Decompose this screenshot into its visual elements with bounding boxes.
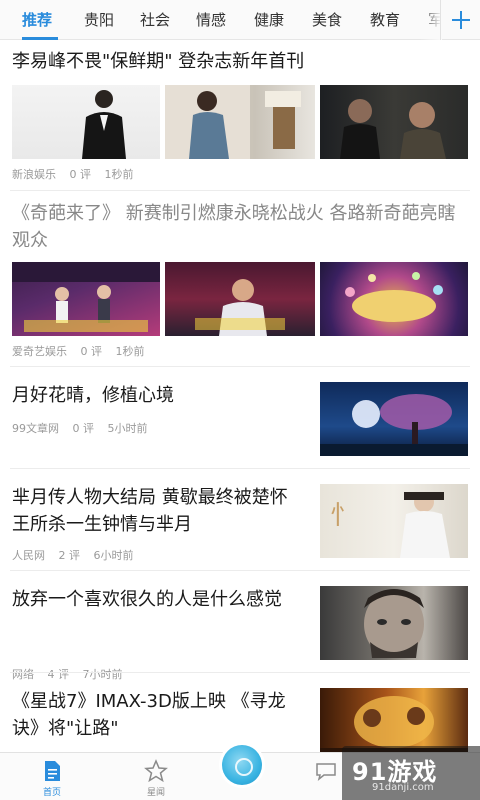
movie-poster-image xyxy=(320,696,468,752)
tab-society[interactable]: 社会 xyxy=(140,0,170,40)
news-thumbnail[interactable] xyxy=(320,382,468,456)
site-watermark: 91游戏 91danji.com xyxy=(342,746,480,800)
news-time: 1秒前 xyxy=(104,168,134,181)
news-comment-count: 0 评 xyxy=(69,168,92,181)
news-title[interactable]: 芈月传人物大结局 黄歇最终被楚怀王所杀一生钟情与芈月 xyxy=(12,484,304,538)
news-thumbnail[interactable] xyxy=(165,85,315,159)
moon-blossom-image xyxy=(320,394,468,456)
add-channel-button[interactable] xyxy=(440,0,480,40)
news-meta: 99文章网 0 评 5小时前 xyxy=(12,420,158,436)
news-thumbnail[interactable] xyxy=(12,85,160,159)
news-source: 网络 xyxy=(12,668,34,681)
news-comment-count: 0 评 xyxy=(72,422,95,435)
news-title[interactable]: 月好花晴，修植心境 xyxy=(12,382,304,409)
news-thumbnail[interactable]: 忄 xyxy=(320,484,468,558)
news-thumbnail[interactable] xyxy=(320,586,468,660)
news-title[interactable]: 《星战7》IMAX-3D版上映 《寻龙诀》将"让路" xyxy=(12,688,304,742)
news-comment-count: 4 评 xyxy=(47,668,70,681)
tab-recommend[interactable]: 推荐 xyxy=(22,0,52,40)
news-meta: 网络 4 评 7小时前 xyxy=(12,666,133,682)
news-meta: 人民网 2 评 6小时前 xyxy=(12,547,144,563)
news-time: 5小时前 xyxy=(107,422,148,435)
news-source: 新浪娱乐 xyxy=(12,168,56,181)
nav-star-news-label: 星闻 xyxy=(146,788,165,798)
news-comment-count: 0 评 xyxy=(80,345,103,358)
drama-scene-image xyxy=(340,99,446,159)
news-source: 99文章网 xyxy=(12,422,59,435)
item-divider xyxy=(10,570,470,571)
news-time: 6小时前 xyxy=(93,549,134,562)
person-suit-image xyxy=(82,90,126,159)
channel-tab-bar: 推荐 贵阳 社会 情感 健康 美食 教育 军 xyxy=(0,0,480,40)
news-thumbnail[interactable] xyxy=(320,85,468,159)
news-title[interactable]: 李易峰不畏"保鲜期" 登杂志新年首刊 xyxy=(12,48,468,75)
svg-text:忄: 忄 xyxy=(330,501,356,531)
star-icon xyxy=(144,759,168,783)
tab-education[interactable]: 教育 xyxy=(370,0,400,40)
item-divider xyxy=(10,190,470,191)
item-divider xyxy=(10,366,470,367)
watermark-sub: 91danji.com xyxy=(372,782,434,793)
tab-guiyang[interactable]: 贵阳 xyxy=(84,0,114,40)
channel-tabs: 推荐 贵阳 社会 情感 健康 美食 教育 军 xyxy=(0,0,440,40)
host-speech-image xyxy=(195,279,285,336)
news-meta: 爱奇艺娱乐 0 评 1秒前 xyxy=(12,343,155,359)
news-time: 1秒前 xyxy=(115,345,145,358)
item-divider xyxy=(10,468,470,469)
item-divider xyxy=(10,672,470,673)
news-feed[interactable]: 李易峰不畏"保鲜期" 登杂志新年首刊 新浪娱乐 0 评 1秒前 《奇葩来了》 新… xyxy=(0,40,480,752)
tab-fade-edge xyxy=(420,0,442,40)
chat-bubble-icon xyxy=(316,763,336,781)
center-circle-icon[interactable] xyxy=(222,745,262,785)
news-meta: 新浪娱乐 0 评 1秒前 xyxy=(12,166,144,182)
stage-audience-image xyxy=(345,272,443,322)
news-thumbnail[interactable] xyxy=(320,262,468,336)
nav-home-label: 首页 xyxy=(42,788,61,798)
costume-drama-image: 忄 xyxy=(330,492,450,558)
nav-home[interactable]: 首页 xyxy=(22,753,82,800)
nav-star-news[interactable]: 星闻 xyxy=(126,753,186,800)
news-source: 人民网 xyxy=(12,549,45,562)
news-source: 爱奇艺娱乐 xyxy=(12,345,67,358)
stage-show-image xyxy=(12,262,160,332)
news-thumbnail[interactable] xyxy=(320,688,468,752)
news-title[interactable]: 放弃一个喜欢很久的人是什么感觉 xyxy=(12,586,304,613)
news-thumbnail[interactable] xyxy=(165,262,315,336)
portrait-face-image xyxy=(364,589,424,658)
tab-health[interactable]: 健康 xyxy=(254,0,284,40)
news-title[interactable]: 《奇葩来了》 新赛制引燃康永晓松战火 各路新奇葩亮瞎观众 xyxy=(12,200,468,254)
tab-food[interactable]: 美食 xyxy=(312,0,342,40)
painter-image xyxy=(165,85,301,159)
news-comment-count: 2 评 xyxy=(58,549,81,562)
home-doc-icon xyxy=(45,761,60,781)
tab-emotion[interactable]: 情感 xyxy=(196,0,226,40)
news-time: 7小时前 xyxy=(82,668,123,681)
news-thumbnail[interactable] xyxy=(12,262,160,336)
